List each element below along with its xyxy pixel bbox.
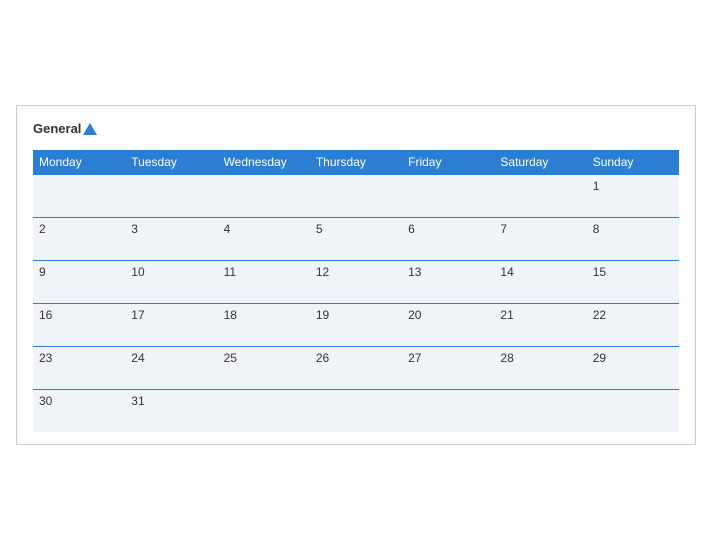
calendar-cell: 5 [310, 218, 402, 261]
calendar-cell: 1 [587, 175, 679, 218]
day-header-monday: Monday [33, 150, 125, 175]
calendar-cell: 3 [125, 218, 217, 261]
calendar-table: MondayTuesdayWednesdayThursdayFridaySatu… [33, 150, 679, 432]
calendar-cell: 30 [33, 390, 125, 433]
calendar-cell: 25 [218, 347, 310, 390]
week-row-4: 23242526272829 [33, 347, 679, 390]
calendar-cell [402, 390, 494, 433]
day-header-friday: Friday [402, 150, 494, 175]
week-row-2: 9101112131415 [33, 261, 679, 304]
calendar-cell: 8 [587, 218, 679, 261]
calendar-cell: 22 [587, 304, 679, 347]
week-row-3: 16171819202122 [33, 304, 679, 347]
calendar-cell: 7 [494, 218, 586, 261]
calendar-cell [125, 175, 217, 218]
calendar-cell: 20 [402, 304, 494, 347]
calendar: General MondayTuesdayWednesdayThursdayFr… [16, 105, 696, 445]
calendar-cell: 19 [310, 304, 402, 347]
calendar-cell: 6 [402, 218, 494, 261]
calendar-cell: 29 [587, 347, 679, 390]
calendar-cell [218, 175, 310, 218]
calendar-cell: 26 [310, 347, 402, 390]
calendar-cell: 21 [494, 304, 586, 347]
calendar-cell: 17 [125, 304, 217, 347]
calendar-cell: 16 [33, 304, 125, 347]
calendar-cell [494, 175, 586, 218]
day-header-wednesday: Wednesday [218, 150, 310, 175]
calendar-cell: 11 [218, 261, 310, 304]
calendar-cell: 10 [125, 261, 217, 304]
calendar-cell: 9 [33, 261, 125, 304]
calendar-cell [587, 390, 679, 433]
calendar-cell [33, 175, 125, 218]
day-header-tuesday: Tuesday [125, 150, 217, 175]
calendar-cell [402, 175, 494, 218]
calendar-body: 1234567891011121314151617181920212223242… [33, 175, 679, 433]
calendar-header: General [33, 122, 679, 136]
logo-general-text: General [33, 122, 97, 136]
logo: General [33, 122, 97, 136]
week-row-1: 2345678 [33, 218, 679, 261]
calendar-cell: 28 [494, 347, 586, 390]
days-header-row: MondayTuesdayWednesdayThursdayFridaySatu… [33, 150, 679, 175]
week-row-5: 3031 [33, 390, 679, 433]
calendar-cell: 15 [587, 261, 679, 304]
calendar-cell: 23 [33, 347, 125, 390]
day-header-thursday: Thursday [310, 150, 402, 175]
day-header-saturday: Saturday [494, 150, 586, 175]
calendar-cell: 2 [33, 218, 125, 261]
calendar-cell: 24 [125, 347, 217, 390]
calendar-cell [218, 390, 310, 433]
calendar-cell: 18 [218, 304, 310, 347]
calendar-cell: 31 [125, 390, 217, 433]
calendar-cell: 13 [402, 261, 494, 304]
calendar-cell: 12 [310, 261, 402, 304]
calendar-cell: 4 [218, 218, 310, 261]
calendar-cell: 27 [402, 347, 494, 390]
day-header-sunday: Sunday [587, 150, 679, 175]
calendar-cell [310, 390, 402, 433]
week-row-0: 1 [33, 175, 679, 218]
calendar-cell: 14 [494, 261, 586, 304]
calendar-cell [494, 390, 586, 433]
logo-triangle-icon [83, 123, 97, 135]
calendar-cell [310, 175, 402, 218]
